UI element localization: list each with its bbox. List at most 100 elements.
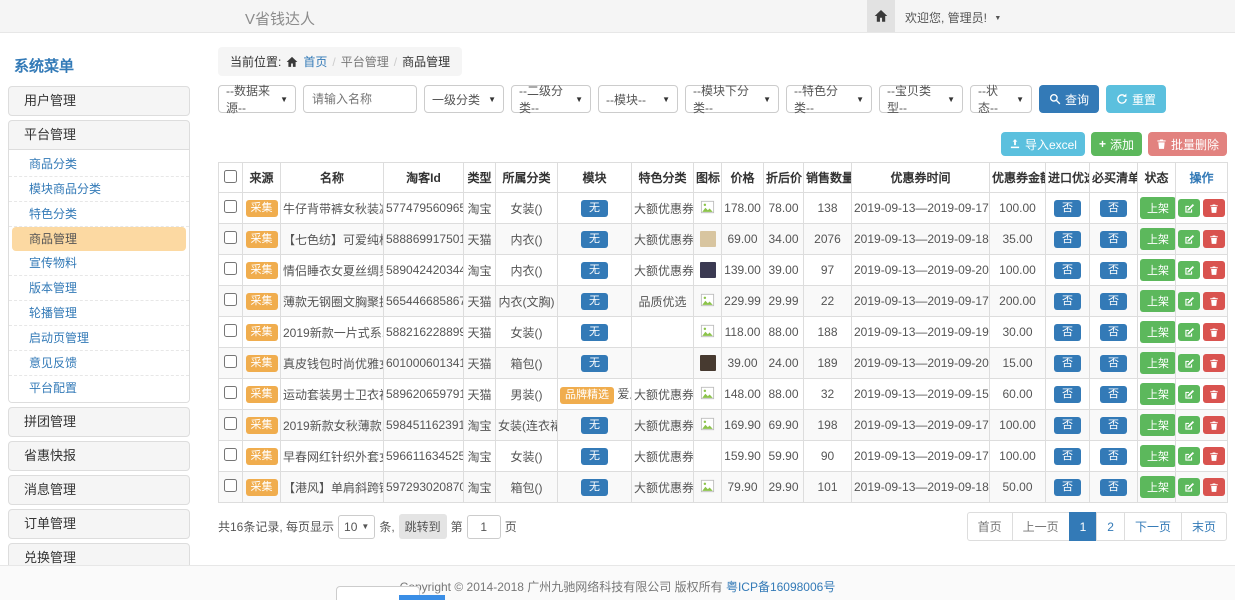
sidebar-item[interactable]: 意见反馈 [9, 351, 189, 376]
status-button[interactable]: 上架 [1140, 321, 1176, 343]
name-search-input[interactable] [303, 85, 417, 113]
must-buy-toggle[interactable]: 否 [1100, 293, 1127, 310]
status-button[interactable]: 上架 [1140, 197, 1176, 219]
module-badge[interactable]: 无 [581, 262, 608, 279]
sidebar-group-header[interactable]: 拼团管理 [9, 408, 189, 436]
page-size-select[interactable]: 10 ▼ [338, 515, 375, 539]
page-button-2[interactable]: 2 [1096, 512, 1125, 541]
imported-toggle[interactable]: 否 [1054, 200, 1081, 217]
sidebar-item[interactable]: 宣传物料 [9, 251, 189, 276]
select-all-checkbox[interactable] [224, 170, 237, 183]
imported-toggle[interactable]: 否 [1054, 324, 1081, 341]
sidebar-item[interactable]: 模块商品分类 [9, 177, 189, 202]
module-badge[interactable]: 无 [581, 200, 608, 217]
must-buy-toggle[interactable]: 否 [1100, 417, 1127, 434]
status-button[interactable]: 上架 [1140, 228, 1176, 250]
status-button[interactable]: 上架 [1140, 352, 1176, 374]
row-checkbox[interactable] [224, 231, 237, 244]
edit-button[interactable] [1178, 385, 1200, 403]
must-buy-toggle[interactable]: 否 [1100, 231, 1127, 248]
must-buy-toggle[interactable]: 否 [1100, 200, 1127, 217]
status-button[interactable]: 上架 [1140, 290, 1176, 312]
sidebar-item[interactable]: 商品分类 [9, 152, 189, 177]
imported-toggle[interactable]: 否 [1054, 231, 1081, 248]
import-excel-button[interactable]: 导入excel [1001, 132, 1085, 156]
edit-button[interactable] [1178, 230, 1200, 248]
sidebar-item[interactable]: 特色分类 [9, 202, 189, 227]
sidebar-item[interactable]: 轮播管理 [9, 301, 189, 326]
status-button[interactable]: 上架 [1140, 445, 1176, 467]
delete-button[interactable] [1203, 292, 1225, 310]
module-badge[interactable]: 品牌精选 [560, 387, 614, 404]
must-buy-toggle[interactable]: 否 [1100, 386, 1127, 403]
delete-button[interactable] [1203, 323, 1225, 341]
imported-toggle[interactable]: 否 [1054, 262, 1081, 279]
user-menu[interactable]: 欢迎您, 管理员! ▼ [905, 9, 1001, 26]
sidebar-item[interactable]: 启动页管理 [9, 326, 189, 351]
row-checkbox[interactable] [224, 293, 237, 306]
module-badge[interactable]: 无 [581, 293, 608, 310]
must-buy-toggle[interactable]: 否 [1100, 262, 1127, 279]
imported-toggle[interactable]: 否 [1054, 355, 1081, 372]
edit-button[interactable] [1178, 447, 1200, 465]
edit-button[interactable] [1178, 199, 1200, 217]
edit-button[interactable] [1178, 261, 1200, 279]
imported-toggle[interactable]: 否 [1054, 479, 1081, 496]
status-button[interactable]: 上架 [1140, 383, 1176, 405]
filter-select[interactable]: --数据来源--▼ [218, 85, 296, 113]
page-button-首页[interactable]: 首页 [967, 512, 1013, 541]
delete-button[interactable] [1203, 199, 1225, 217]
must-buy-toggle[interactable]: 否 [1100, 355, 1127, 372]
row-checkbox[interactable] [224, 355, 237, 368]
delete-button[interactable] [1203, 261, 1225, 279]
filter-select[interactable]: --模块--▼ [598, 85, 678, 113]
sidebar-item[interactable]: 平台配置 [9, 376, 189, 400]
add-button[interactable]: + 添加 [1091, 132, 1142, 156]
row-checkbox[interactable] [224, 386, 237, 399]
sidebar-group-header[interactable]: 消息管理 [9, 476, 189, 504]
search-button[interactable]: 查询 [1039, 85, 1099, 113]
page-button-上一页[interactable]: 上一页 [1012, 512, 1070, 541]
batch-delete-button[interactable]: 批量删除 [1148, 132, 1227, 156]
imported-toggle[interactable]: 否 [1054, 386, 1081, 403]
filter-select[interactable]: --状态--▼ [970, 85, 1032, 113]
sidebar-item[interactable]: 商品管理 [12, 227, 186, 251]
delete-button[interactable] [1203, 385, 1225, 403]
scrollbar-thumb-artifact[interactable] [399, 595, 445, 600]
edit-button[interactable] [1178, 416, 1200, 434]
row-checkbox[interactable] [224, 262, 237, 275]
delete-button[interactable] [1203, 447, 1225, 465]
reset-button[interactable]: 重置 [1106, 85, 1166, 113]
page-button-下一页[interactable]: 下一页 [1124, 512, 1182, 541]
row-checkbox[interactable] [224, 324, 237, 337]
must-buy-toggle[interactable]: 否 [1100, 479, 1127, 496]
module-badge[interactable]: 无 [581, 324, 608, 341]
jump-button[interactable]: 跳转到 [399, 514, 447, 539]
jump-page-input[interactable] [467, 515, 501, 539]
must-buy-toggle[interactable]: 否 [1100, 448, 1127, 465]
edit-button[interactable] [1178, 292, 1200, 310]
sidebar-item[interactable]: 版本管理 [9, 276, 189, 301]
page-button-末页[interactable]: 末页 [1181, 512, 1227, 541]
module-badge[interactable]: 无 [581, 417, 608, 434]
module-badge[interactable]: 无 [581, 448, 608, 465]
row-checkbox[interactable] [224, 417, 237, 430]
status-button[interactable]: 上架 [1140, 476, 1176, 498]
filter-select[interactable]: --模块下分类--▼ [685, 85, 779, 113]
page-button-1[interactable]: 1 [1069, 512, 1098, 541]
edit-button[interactable] [1178, 478, 1200, 496]
status-button[interactable]: 上架 [1140, 259, 1176, 281]
sidebar-group-header[interactable]: 用户管理 [9, 87, 189, 115]
filter-select[interactable]: --二级分类--▼ [511, 85, 591, 113]
delete-button[interactable] [1203, 416, 1225, 434]
row-checkbox[interactable] [224, 479, 237, 492]
sidebar-group-header[interactable]: 订单管理 [9, 510, 189, 538]
icp-link[interactable]: 粤ICP备16098006号 [726, 580, 835, 594]
row-checkbox[interactable] [224, 200, 237, 213]
filter-select[interactable]: --特色分类--▼ [786, 85, 872, 113]
sidebar-group-header[interactable]: 省惠快报 [9, 442, 189, 470]
must-buy-toggle[interactable]: 否 [1100, 324, 1127, 341]
filter-select[interactable]: --宝贝类型--▼ [879, 85, 963, 113]
module-badge[interactable]: 无 [581, 355, 608, 372]
delete-button[interactable] [1203, 354, 1225, 372]
